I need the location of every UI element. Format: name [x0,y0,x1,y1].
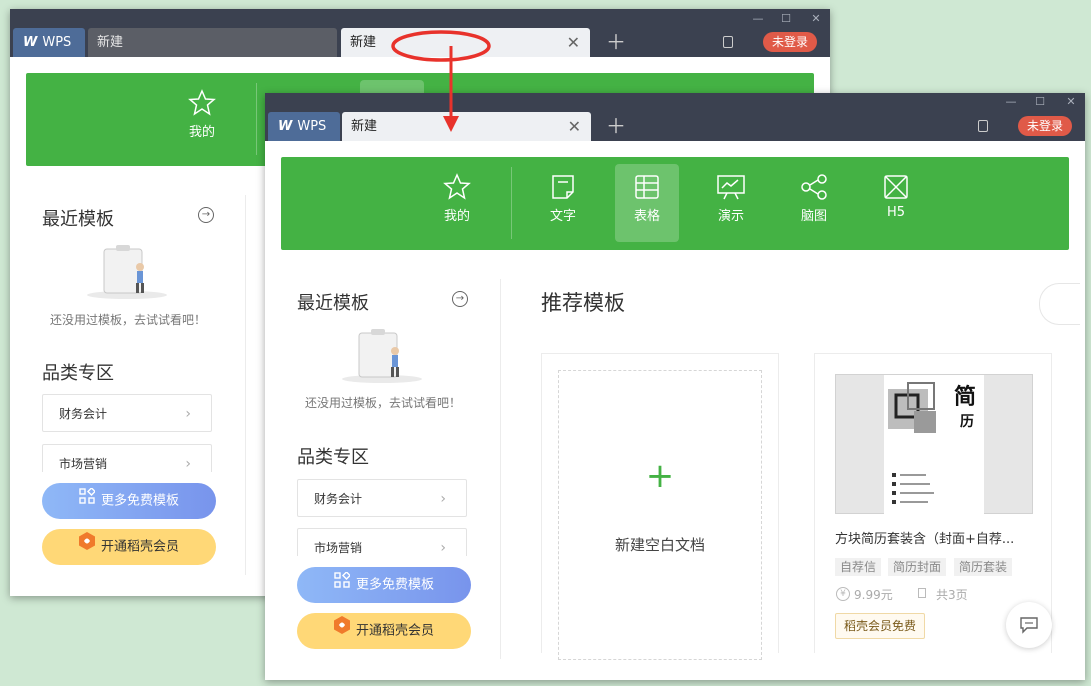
annotation-overlay [391,30,491,132]
arrow-down-icon [443,116,459,132]
highlight-ellipse [391,30,491,62]
